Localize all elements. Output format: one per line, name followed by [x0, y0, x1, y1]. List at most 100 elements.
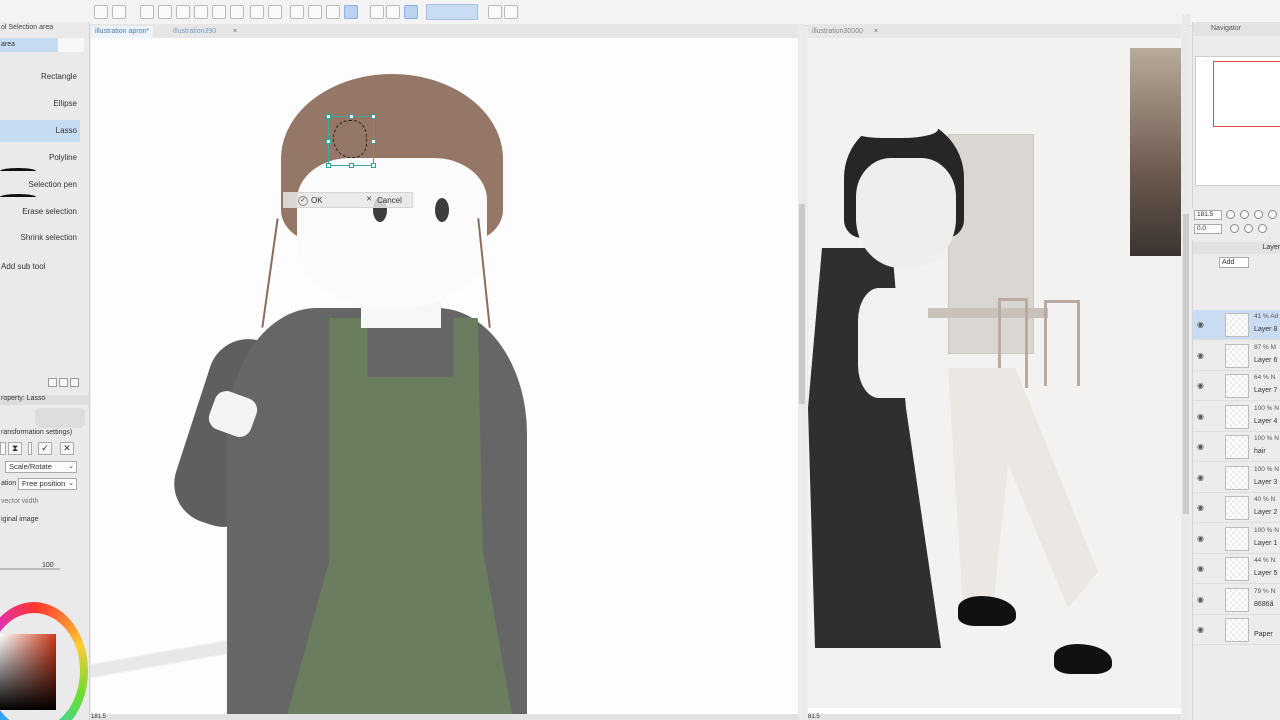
eye-icon[interactable]: ◉: [1197, 381, 1204, 390]
eye-icon[interactable]: ◉: [1197, 351, 1204, 360]
redo-icon[interactable]: [268, 5, 282, 19]
layer-row[interactable]: ◉ 100 % N Layer 4: [1193, 402, 1280, 432]
ok-button[interactable]: ✓ OK: [298, 195, 323, 207]
layer-row[interactable]: ◉ 87 % M Layer 6: [1193, 341, 1280, 371]
resize-handle[interactable]: [326, 163, 331, 168]
add-sub-tool-link[interactable]: Add sub tool: [0, 262, 45, 271]
angle-field[interactable]: 0.0: [1194, 224, 1222, 234]
layer-row[interactable]: ◉ 100 % N Layer 1: [1193, 524, 1280, 554]
layer-row[interactable]: ◉ 41 % Ad Layer 8: [1193, 310, 1280, 340]
resize-handle[interactable]: [326, 114, 331, 119]
artwork-maid[interactable]: [808, 38, 1181, 708]
resize-handle[interactable]: [349, 163, 354, 168]
position-select[interactable]: Free position ⌄: [18, 478, 77, 490]
new-canvas-icon[interactable]: [112, 5, 126, 19]
navigator-panel: Navigator: [1192, 22, 1280, 208]
tool-erase-selection[interactable]: Erase selection: [0, 201, 80, 223]
settings-icon[interactable]: [212, 5, 226, 19]
tab-illustration30000[interactable]: illustration30000: [808, 26, 867, 38]
selection-display-icon[interactable]: [404, 5, 418, 19]
layer-opacity: 64 % N: [1254, 374, 1276, 381]
tool-property-title: roperty: Lasso: [0, 395, 90, 405]
eye-icon[interactable]: ◉: [1197, 625, 1204, 634]
resize-handle[interactable]: [371, 114, 376, 119]
print-icon[interactable]: [194, 5, 208, 19]
fill-icon[interactable]: [326, 5, 340, 19]
transform-icon[interactable]: [344, 5, 358, 19]
canvas-scrollbar[interactable]: [798, 24, 806, 720]
eye-icon[interactable]: ◉: [1197, 534, 1204, 543]
eye-icon[interactable]: ◉: [1197, 320, 1204, 329]
resize-handle[interactable]: [349, 114, 354, 119]
layer-row[interactable]: ◉ 40 % N Layer 2: [1193, 493, 1280, 523]
navigator-preview[interactable]: [1195, 56, 1280, 186]
saturation-square[interactable]: [0, 634, 56, 710]
blend-mode-select[interactable]: Add: [1219, 257, 1249, 268]
export-icon[interactable]: [176, 5, 190, 19]
fit-icon[interactable]: [1254, 210, 1263, 219]
layer-row[interactable]: ◉ 79 % N 8686ã: [1193, 585, 1280, 615]
eye-icon[interactable]: ◉: [1197, 442, 1204, 451]
close-tab-icon[interactable]: ×: [870, 26, 883, 38]
color-swatch-bar[interactable]: [426, 4, 478, 20]
reset-rotation-icon[interactable]: [1258, 224, 1267, 233]
undo-icon[interactable]: [250, 5, 264, 19]
resize-handle[interactable]: [371, 163, 376, 168]
zoom-out-icon[interactable]: [1226, 210, 1235, 219]
tool-shrink-selection[interactable]: Shrink selection: [0, 227, 80, 249]
menu-icon[interactable]: [94, 5, 108, 19]
tool-rectangle[interactable]: Rectangle: [0, 66, 80, 88]
clear-icon[interactable]: [308, 5, 322, 19]
panel-icon[interactable]: [488, 5, 502, 19]
layer-row[interactable]: ◉ 64 % N Layer 7: [1193, 371, 1280, 401]
layer-row[interactable]: ◉ 44 % N Layer 5: [1193, 554, 1280, 584]
viewport-frame[interactable]: [1213, 61, 1280, 127]
scrollbar-thumb[interactable]: [799, 204, 805, 404]
confirm-icon[interactable]: ✓: [38, 442, 52, 455]
rotate-right-icon[interactable]: [1244, 224, 1253, 233]
eye-icon[interactable]: ◉: [1197, 473, 1204, 482]
scrollbar-thumb[interactable]: [1183, 214, 1189, 514]
eye-icon[interactable]: ◉: [1197, 412, 1204, 421]
cancel-icon[interactable]: ✕: [60, 442, 74, 455]
layout-icon[interactable]: [504, 5, 518, 19]
layer-row[interactable]: ◉ Paper: [1193, 615, 1280, 645]
resize-handle[interactable]: [371, 139, 376, 144]
flip-icon[interactable]: ⧗: [8, 442, 22, 455]
ruler-icon[interactable]: [386, 5, 400, 19]
resize-handle[interactable]: [326, 139, 331, 144]
tab-area[interactable]: area: [0, 38, 58, 52]
cancel-button[interactable]: ✕ Cancel: [364, 195, 402, 207]
close-tab-icon[interactable]: ×: [229, 26, 242, 38]
artwork-apron-girl[interactable]: ✓ OK ✕ Cancel: [91, 38, 798, 716]
rotate-left-icon[interactable]: [1230, 224, 1239, 233]
save-icon[interactable]: [158, 5, 172, 19]
eye-icon[interactable]: ◉: [1197, 595, 1204, 604]
eye-icon[interactable]: ◉: [1197, 503, 1204, 512]
open-icon[interactable]: [140, 5, 154, 19]
tool-ellipse[interactable]: Ellipse: [0, 93, 80, 115]
tab-illustration-apron[interactable]: illustration apron*: [91, 26, 154, 38]
tool-lasso[interactable]: Lasso: [0, 120, 80, 142]
layer-thumbnail: [1225, 557, 1249, 581]
zoom-in-icon[interactable]: [1240, 210, 1249, 219]
layer-row[interactable]: ◉ 100 % N Layer 3: [1193, 463, 1280, 493]
tab-illustration390[interactable]: illustration390: [169, 26, 221, 38]
scale-rotate-select[interactable]: Scale/Rotate ⌄: [5, 461, 77, 473]
help-icon[interactable]: [230, 5, 244, 19]
tab-blank[interactable]: [58, 38, 84, 52]
tool-polyline[interactable]: Polyline: [0, 147, 80, 169]
layer-name: Layer 4: [1254, 417, 1278, 425]
duplicate-icon[interactable]: [48, 378, 57, 387]
expand-icon[interactable]: [0, 442, 6, 455]
canvas-scrollbar[interactable]: [1182, 14, 1190, 720]
trash-icon[interactable]: [70, 378, 79, 387]
brush-icon[interactable]: [290, 5, 304, 19]
actual-size-icon[interactable]: [1268, 210, 1277, 219]
zoom-field[interactable]: 181.5: [1194, 210, 1222, 220]
snap-icon[interactable]: [370, 5, 384, 19]
eye-icon[interactable]: ◉: [1197, 564, 1204, 573]
tool-selection-pen[interactable]: Selection pen: [0, 174, 80, 196]
layer-row[interactable]: ◉ 100 % N hair: [1193, 432, 1280, 462]
copy-icon[interactable]: [59, 378, 68, 387]
